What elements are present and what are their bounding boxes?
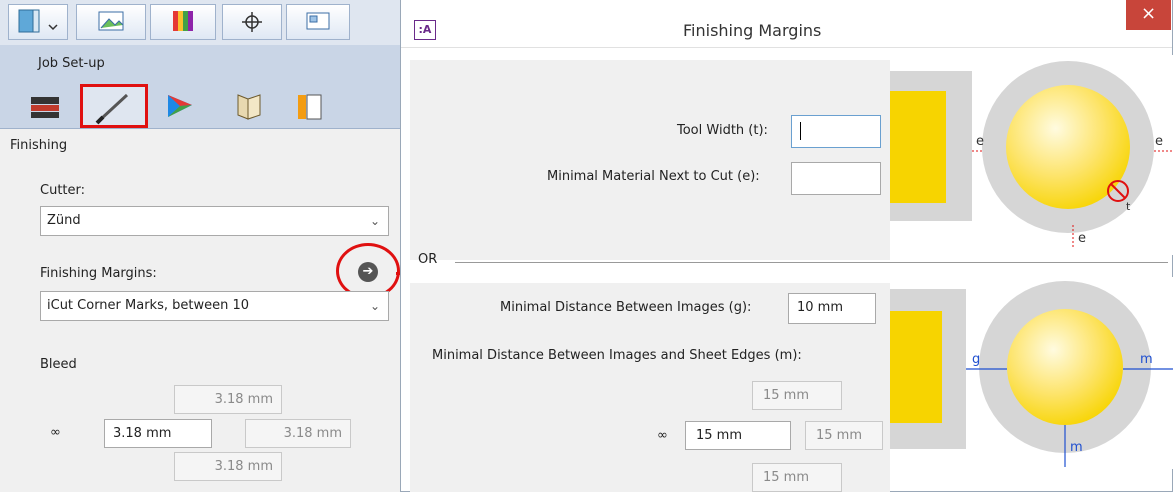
app-logo-icon: :A bbox=[414, 20, 436, 40]
min-dist-images-input[interactable]: 10 mm bbox=[788, 293, 876, 324]
layout-view-icon bbox=[306, 12, 330, 30]
book-menu-button[interactable] bbox=[8, 4, 68, 40]
printer-stack-icon bbox=[31, 97, 59, 118]
or-separator-line bbox=[455, 262, 1168, 263]
edges-left-field[interactable]: 15 mm bbox=[685, 421, 791, 450]
job-tab-binding[interactable] bbox=[230, 85, 268, 125]
text-cursor bbox=[800, 122, 801, 140]
close-button[interactable]: × bbox=[1126, 0, 1171, 30]
edges-top-field[interactable]: 15 mm bbox=[752, 381, 842, 410]
min-material-input[interactable] bbox=[791, 162, 881, 195]
book-icon bbox=[18, 9, 58, 33]
layout-view-button[interactable] bbox=[286, 4, 350, 40]
cutter-value: Zünd bbox=[47, 213, 81, 228]
min-dist-images-label: Minimal Distance Between Images (g): bbox=[500, 300, 752, 315]
image-layout-icon bbox=[98, 11, 124, 31]
label-e-bottom: e bbox=[1078, 231, 1086, 246]
bleed-left-field[interactable]: 3.18 mm bbox=[104, 419, 212, 448]
job-tab-finishing[interactable] bbox=[80, 84, 148, 128]
job-tab-pages[interactable] bbox=[290, 85, 328, 125]
finishing-margins-value: iCut Corner Marks, between 10 bbox=[47, 298, 250, 313]
label-m-right: m bbox=[1140, 352, 1153, 367]
edges-bottom-field[interactable]: 15 mm bbox=[752, 463, 842, 492]
knife-icon bbox=[95, 93, 129, 125]
finishing-margins-select[interactable]: iCut Corner Marks, between 10 ⌄ bbox=[40, 291, 389, 321]
close-icon: × bbox=[1140, 3, 1157, 24]
min-dist-edges-label: Minimal Distance Between Images and Shee… bbox=[432, 348, 802, 363]
job-tab-color[interactable] bbox=[160, 85, 198, 125]
dialog-title: Finishing Margins bbox=[683, 21, 822, 40]
section-title: Job Set-up bbox=[38, 56, 105, 71]
label-e-left: e bbox=[976, 134, 984, 149]
cutter-label: Cutter: bbox=[40, 183, 86, 198]
crosshair-button[interactable] bbox=[222, 4, 282, 40]
cutter-select[interactable]: Zünd ⌄ bbox=[40, 206, 389, 236]
min-material-label: Minimal Material Next to Cut (e): bbox=[547, 169, 760, 184]
tool-width-label: Tool Width (t): bbox=[677, 123, 768, 138]
label-m-bottom: m bbox=[1070, 440, 1083, 455]
pages-icon bbox=[298, 94, 322, 120]
label-t: t bbox=[1126, 200, 1131, 213]
chevron-down-icon: ⌄ bbox=[369, 214, 380, 228]
link-icon[interactable]: ∞ bbox=[657, 428, 668, 443]
bleed-label: Bleed bbox=[40, 357, 77, 372]
bleed-top-field[interactable]: 3.18 mm bbox=[174, 385, 282, 414]
label-e-right: e bbox=[1155, 134, 1163, 149]
or-separator-label: OR bbox=[418, 252, 438, 267]
edges-right-field[interactable]: 15 mm bbox=[805, 421, 883, 450]
finishing-margins-label: Finishing Margins: bbox=[40, 266, 157, 281]
job-tab-printer[interactable] bbox=[25, 85, 63, 125]
color-button[interactable] bbox=[150, 4, 216, 40]
book-open-icon bbox=[237, 94, 261, 120]
tool-width-input[interactable] bbox=[791, 115, 881, 148]
color-triangle-icon bbox=[168, 95, 192, 117]
chevron-down-icon: ⌄ bbox=[369, 299, 380, 313]
link-icon[interactable]: ∞ bbox=[50, 425, 61, 440]
label-g: g bbox=[972, 352, 981, 367]
tool-settings-area bbox=[410, 60, 890, 260]
subsection-title: Finishing bbox=[10, 138, 68, 153]
spacing-diagram bbox=[890, 277, 1173, 469]
material-diagram bbox=[890, 55, 1173, 255]
bleed-right-field[interactable]: 3.18 mm bbox=[245, 419, 351, 448]
bleed-bottom-field[interactable]: 3.18 mm bbox=[174, 452, 282, 481]
image-layout-button[interactable] bbox=[76, 4, 146, 40]
color-swatches-icon bbox=[173, 11, 193, 31]
crosshair-icon bbox=[242, 12, 262, 32]
